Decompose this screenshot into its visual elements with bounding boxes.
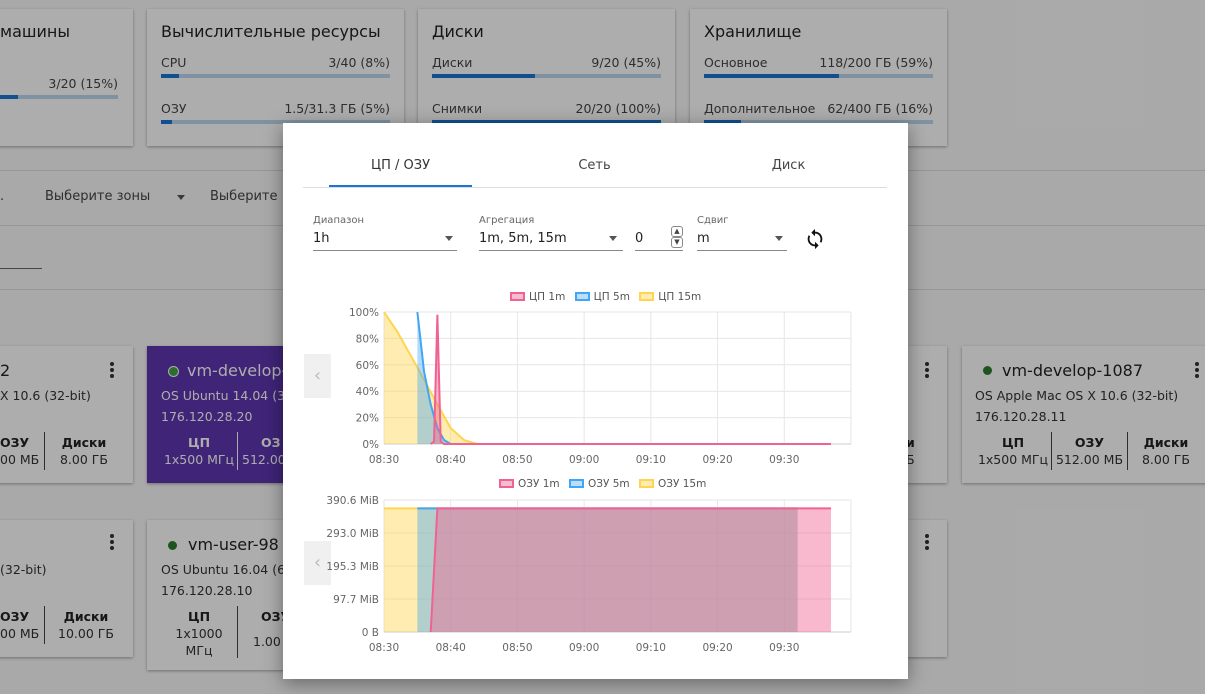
legend-swatch	[499, 479, 514, 488]
series-line	[430, 314, 831, 445]
range-select[interactable]: 1h	[313, 231, 330, 246]
series-area	[430, 314, 831, 444]
tab-network[interactable]: Сеть	[523, 158, 666, 173]
y-tick-label: 20%	[356, 413, 379, 425]
x-tick-label: 08:50	[502, 642, 532, 654]
tabs-divider	[303, 187, 887, 188]
x-tick-label: 09:00	[569, 454, 599, 466]
legend-label: ЦП 5m	[593, 291, 630, 303]
refresh-icon[interactable]	[804, 228, 826, 250]
y-tick-label: 100%	[349, 307, 379, 319]
y-tick-label: 80%	[356, 333, 379, 345]
stepper-up-icon[interactable]: ▲	[671, 226, 683, 237]
ram-chart: 0 B 97.7 MiB 195.3 MiB 293.0 MiB 390.6 MiB 08…	[326, 495, 852, 654]
legend-label: ОЗУ 5m	[588, 478, 630, 490]
x-tick-label: 08:50	[502, 454, 532, 466]
y-tick-label: 390.6 MiB	[326, 495, 379, 507]
aggregation-label: Агрегация	[479, 215, 535, 226]
shift-label: Сдвиг	[697, 215, 729, 226]
legend-label: ОЗУ 1m	[518, 478, 560, 490]
tab-cpu-ram[interactable]: ЦП / ОЗУ	[329, 158, 472, 173]
legend-label: ОЗУ 15m	[658, 478, 707, 490]
vm-stats-dialog: ЦП / ОЗУ Сеть Диск Диапазон 1h Агрегация…	[283, 123, 908, 679]
range-underline	[313, 250, 457, 251]
shift-underline	[697, 250, 787, 251]
x-tick-label: 09:10	[636, 454, 666, 466]
active-tab-indicator	[329, 185, 472, 187]
y-tick-label: 0%	[362, 439, 379, 451]
legend-label: ЦП 15m	[658, 291, 702, 303]
x-tick-label: 09:10	[636, 642, 666, 654]
y-tick-label: 97.7 MiB	[333, 594, 379, 606]
chevron-down-icon[interactable]	[775, 236, 783, 241]
y-tick-label: 293.0 MiB	[326, 528, 379, 540]
legend-label: ЦП 1m	[529, 291, 566, 303]
shift-select[interactable]: m	[697, 231, 710, 246]
shift-amount-input[interactable]: 0	[635, 231, 643, 246]
chevron-down-icon[interactable]	[609, 236, 617, 241]
cpu-legend: ЦП 1m ЦП 5m ЦП 15m	[510, 291, 701, 303]
y-tick-label: 60%	[356, 360, 379, 372]
series-area	[430, 508, 831, 632]
x-tick-label: 09:20	[702, 454, 732, 466]
aggregation-select[interactable]: 1m, 5m, 15m	[479, 231, 567, 246]
cpu-chart: 0% 20% 40% 60% 80% 100% 08:30 08:40 08:50 09:00 09…	[349, 307, 852, 466]
y-tick-label: 195.3 MiB	[326, 561, 379, 573]
legend-swatch	[639, 292, 655, 301]
legend-swatch	[574, 292, 590, 301]
x-tick-label: 09:20	[702, 642, 732, 654]
amount-underline	[635, 250, 683, 251]
legend-swatch	[639, 479, 654, 488]
x-tick-label: 08:40	[436, 454, 466, 466]
x-tick-label: 09:30	[769, 454, 799, 466]
x-tick-label: 08:40	[436, 642, 466, 654]
x-tick-label: 09:00	[569, 642, 599, 654]
legend-swatch	[569, 479, 584, 488]
legend-swatch	[510, 292, 525, 301]
aggregation-underline	[479, 250, 623, 251]
x-tick-label: 08:30	[369, 642, 399, 654]
ram-legend: ОЗУ 1m ОЗУ 5m ОЗУ 15m	[499, 478, 706, 490]
x-tick-label: 09:30	[769, 642, 799, 654]
y-tick-label: 0 B	[362, 627, 379, 639]
stepper-down-icon[interactable]: ▼	[671, 237, 683, 248]
chevron-down-icon[interactable]	[445, 236, 453, 241]
range-label: Диапазон	[313, 215, 365, 226]
tab-disk[interactable]: Диск	[717, 158, 860, 173]
x-tick-label: 08:30	[369, 454, 399, 466]
y-tick-label: 40%	[356, 386, 379, 398]
